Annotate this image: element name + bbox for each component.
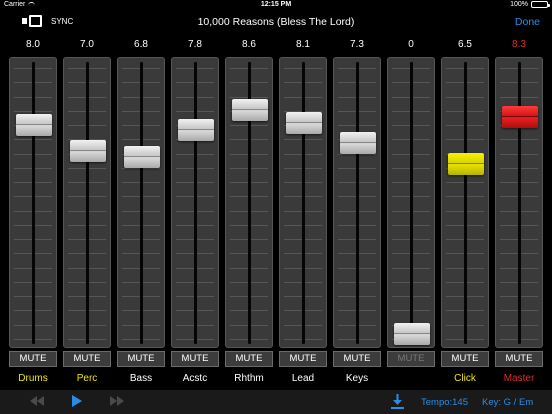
fader-handle[interactable]: [16, 114, 52, 137]
mute-button[interactable]: MUTE: [225, 351, 273, 367]
channel-strip: 7.3 MUTE Keys: [333, 36, 381, 390]
fader-track[interactable]: [225, 57, 273, 348]
channel-name: Acstc: [182, 373, 208, 384]
channel-level-value: 0: [408, 39, 414, 50]
channel-level-value: 7.0: [80, 39, 94, 50]
channel-level-value: 6.8: [134, 39, 148, 50]
channel-level-value: 8.6: [242, 39, 256, 50]
battery-icon: [531, 1, 550, 8]
fader-slot: [356, 62, 359, 344]
channel-strip: 6.5 MUTE Click: [441, 36, 489, 390]
fader-slot: [464, 62, 467, 344]
fast-forward-icon[interactable]: [110, 396, 124, 406]
fader-handle[interactable]: [448, 153, 484, 176]
status-bar: Carrier 12:15 PM 100%: [0, 0, 552, 11]
fader-handle[interactable]: [394, 323, 430, 345]
channel-level-value: 6.5: [458, 39, 472, 50]
fader-handle[interactable]: [502, 106, 538, 129]
channel-level-value: 7.3: [350, 39, 364, 50]
channel-name: Master: [503, 373, 535, 384]
channel-name: Click: [454, 373, 476, 384]
mute-button[interactable]: MUTE: [387, 351, 435, 367]
key-button[interactable]: Key: G / Em: [482, 397, 533, 408]
mute-button[interactable]: MUTE: [117, 351, 165, 367]
fader-track[interactable]: [9, 57, 57, 348]
fader-handle[interactable]: [286, 111, 322, 134]
fader-handle[interactable]: [70, 140, 106, 163]
channel-level-value: 8.0: [26, 39, 40, 50]
download-icon[interactable]: [391, 394, 404, 409]
channel-strip: 8.0 MUTE Drums: [9, 36, 57, 390]
fader-slot: [302, 62, 305, 344]
fader-slot: [32, 62, 35, 344]
mute-button[interactable]: MUTE: [495, 351, 543, 367]
fader-slot: [194, 62, 197, 344]
rewind-icon[interactable]: [30, 396, 44, 406]
mute-button[interactable]: MUTE: [279, 351, 327, 367]
fader-slot: [410, 62, 413, 344]
channel-strip: 8.6 MUTE Rhthm: [225, 36, 273, 390]
mute-button[interactable]: MUTE: [9, 351, 57, 367]
fader-track[interactable]: [279, 57, 327, 348]
channel-level-value: 8.3: [512, 39, 526, 50]
fader-track[interactable]: [171, 57, 219, 348]
tempo-button[interactable]: Tempo:145: [421, 397, 468, 408]
mute-button[interactable]: MUTE: [63, 351, 111, 367]
fader-slot: [140, 62, 143, 344]
fader-slot: [518, 62, 521, 344]
fader-handle[interactable]: [340, 132, 376, 155]
fader-track[interactable]: [333, 57, 381, 348]
fader-handle[interactable]: [178, 119, 214, 142]
mute-button[interactable]: MUTE: [171, 351, 219, 367]
fader-handle[interactable]: [232, 98, 268, 121]
fader-slot: [86, 62, 89, 344]
fader-track[interactable]: [63, 57, 111, 348]
channel-level-value: 7.8: [188, 39, 202, 50]
channel-name: Rhthm: [234, 373, 264, 384]
channel-strip: 6.8 MUTE Bass: [117, 36, 165, 390]
battery-indicator: 100%: [510, 1, 550, 8]
transport-bar: Tempo:145 Key: G / Em: [0, 390, 552, 414]
channel-strip: 7.0 MUTE Perc: [63, 36, 111, 390]
channel-strip: 8.3 MUTE Master: [495, 36, 543, 390]
battery-percent: 100%: [510, 1, 528, 8]
channel-strip: 0 MUTE: [387, 36, 435, 390]
channel-name: Lead: [291, 373, 315, 384]
fader-track[interactable]: [495, 57, 543, 348]
channel-name: Bass: [129, 373, 153, 384]
channel-level-value: 8.1: [296, 39, 310, 50]
done-button[interactable]: Done: [515, 16, 540, 28]
fader-track[interactable]: [387, 57, 435, 348]
channel-name: Perc: [76, 373, 98, 384]
fader-track[interactable]: [441, 57, 489, 348]
mute-button[interactable]: MUTE: [333, 351, 381, 367]
status-time: 12:15 PM: [260, 1, 292, 8]
channel-strip: 7.8 MUTE Acstc: [171, 36, 219, 390]
fader-handle[interactable]: [124, 145, 160, 168]
title-bar: SYNC 10,000 Reasons (Bless The Lord) Don…: [0, 11, 552, 35]
play-icon[interactable]: [72, 395, 82, 407]
channel-strip: 8.1 MUTE Lead: [279, 36, 327, 390]
channel-name: Drums: [18, 373, 48, 384]
mute-button[interactable]: MUTE: [441, 351, 489, 367]
fader-track[interactable]: [117, 57, 165, 348]
song-title: 10,000 Reasons (Bless The Lord): [197, 16, 355, 28]
channel-name: Keys: [345, 373, 369, 384]
